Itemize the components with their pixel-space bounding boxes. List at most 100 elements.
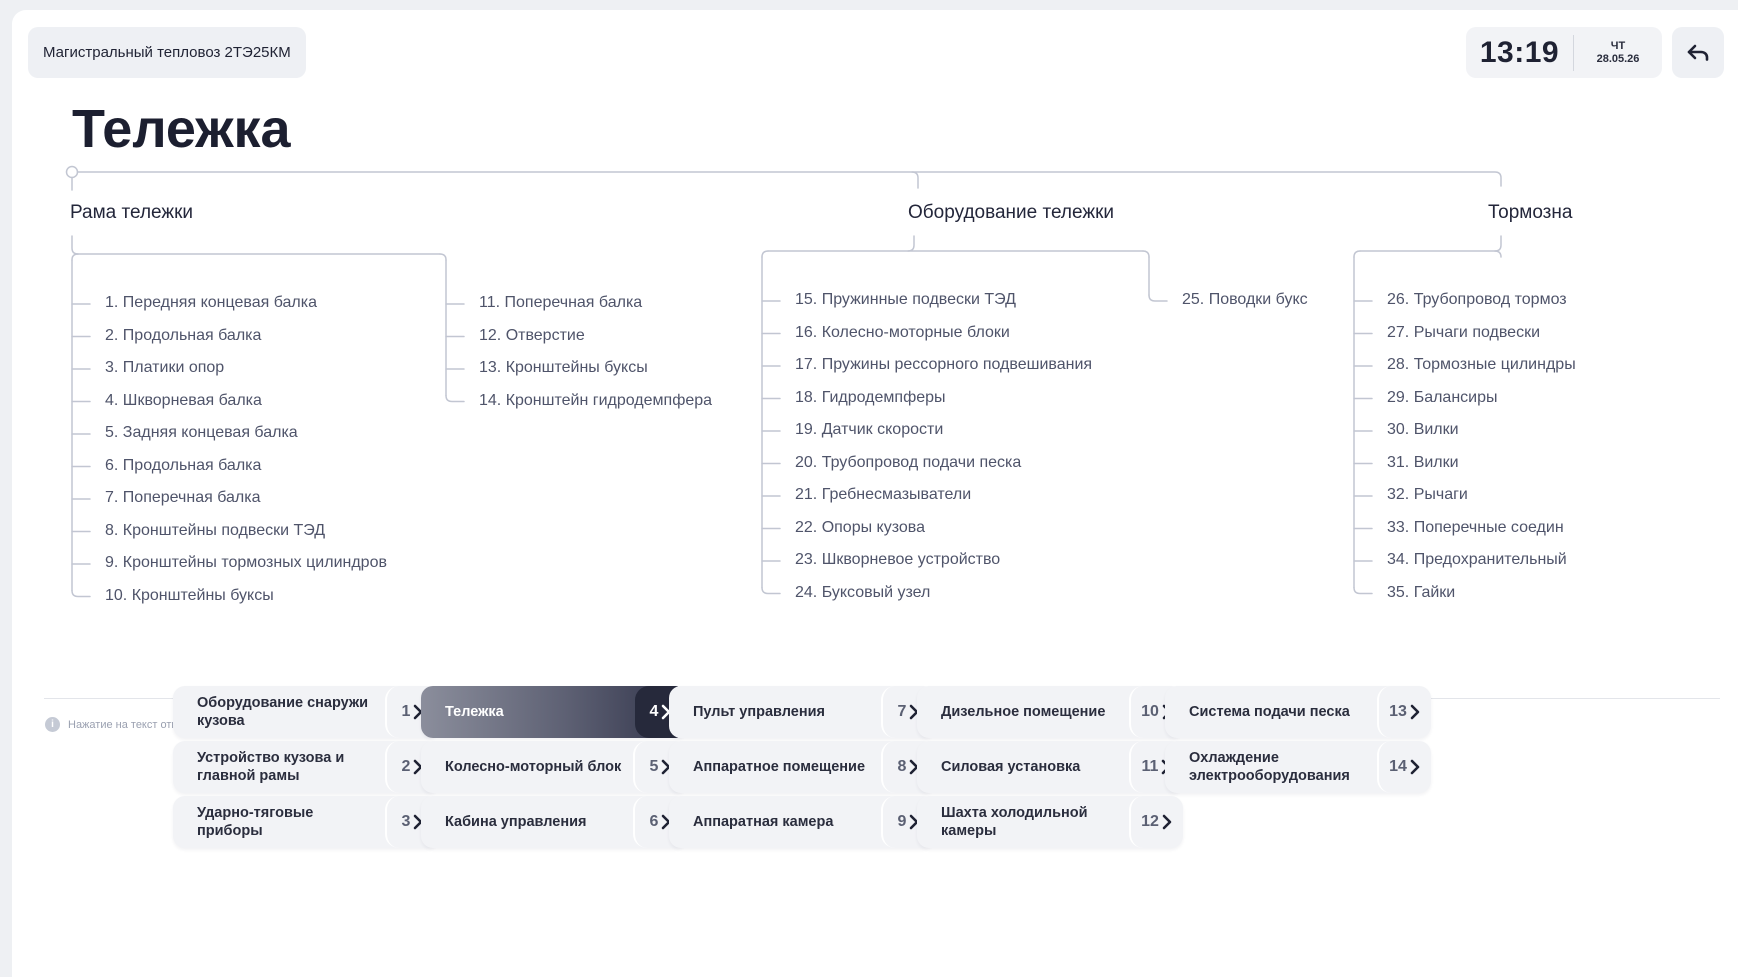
tree-leaf-item[interactable]: 19. Датчик скорости <box>795 421 943 439</box>
tree-connector <box>911 171 919 189</box>
tree-connector <box>445 394 465 403</box>
tree-leaf-item[interactable]: 33. Поперечные соедин <box>1387 519 1564 537</box>
tree-root-node <box>65 165 79 179</box>
tree-connector <box>1142 250 1150 258</box>
nav-section-button[interactable]: Кабина управления 6 <box>421 796 687 848</box>
nav-section-label[interactable]: Ударно-тяговые приборы <box>173 796 385 848</box>
tree-leaf-item[interactable]: 18. Гидродемпферы <box>795 389 946 407</box>
nav-section-button[interactable]: Силовая установка 11 <box>917 741 1183 793</box>
tree-leaf-item[interactable]: 2. Продольная балка <box>105 327 261 345</box>
tree-leaf-item[interactable]: 8. Кронштейны подвески ТЭД <box>105 522 325 540</box>
tree-connector <box>1494 235 1502 252</box>
tree-leaf-item[interactable]: 1. Передняя концевая балка <box>105 294 317 312</box>
tree-connector <box>71 235 79 255</box>
nav-section-number[interactable]: 12 <box>1129 796 1183 848</box>
nav-section-button[interactable]: Аппаратная камера 9 <box>669 796 935 848</box>
tree-leaf-item[interactable]: 20. Трубопровод подачи песка <box>795 454 1021 472</box>
nav-section-button[interactable]: Оборудование снаружи кузова 1 <box>173 686 439 738</box>
nav-section-label[interactable]: Пульт управления <box>669 686 881 738</box>
nav-section-button[interactable]: Шахта холодильной камеры 12 <box>917 796 1183 848</box>
tree-connector <box>76 171 1502 187</box>
nav-section-label[interactable]: Система подачи песка <box>1165 686 1377 738</box>
tree-diagram: Рама тележки 1. Передняя концевая балка 2.… <box>12 10 1738 710</box>
tree-leaf-item[interactable]: 24. Буксовый узел <box>795 584 930 602</box>
tree-leaf-item[interactable]: 31. Вилки <box>1387 454 1459 472</box>
tree-leaf-item[interactable]: 12. Отверстие <box>479 327 585 345</box>
tree-leaf-item[interactable]: 30. Вилки <box>1387 421 1459 439</box>
tree-leaf-item[interactable]: 15. Пружинные подвески ТЭД <box>795 291 1016 309</box>
nav-section-number-value: 13 <box>1389 703 1407 720</box>
nav-section-label[interactable]: Дизельное помещение <box>917 686 1129 738</box>
tree-connector <box>761 586 781 595</box>
tree-leaf-item[interactable]: 35. Гайки <box>1387 584 1455 602</box>
tree-leaf-item[interactable]: 14. Кронштейн гидродемпфера <box>479 392 712 410</box>
tree-leaf-item[interactable]: 29. Балансиры <box>1387 389 1498 407</box>
chevron-right-icon <box>1410 759 1420 775</box>
nav-section-label[interactable]: Кабина управления <box>421 796 633 848</box>
nav-section-number-value: 3 <box>401 813 411 830</box>
nav-section-number-value: 11 <box>1141 758 1159 775</box>
tree-leaf-item[interactable]: 7. Поперечная балка <box>105 489 260 507</box>
chevron-right-icon <box>1162 814 1172 830</box>
nav-section-number-value: 2 <box>401 758 411 775</box>
tree-leaf-item[interactable]: 22. Опоры кузова <box>795 519 925 537</box>
nav-section-button[interactable]: Пульт управления 7 <box>669 686 935 738</box>
tree-leaf-item[interactable]: 32. Рычаги <box>1387 486 1468 504</box>
tree-leaf-item[interactable]: 17. Пружины рессорного подвешивания <box>795 356 1092 374</box>
chevron-right-icon <box>1410 704 1420 720</box>
tree-leaf-item[interactable]: 5. Задняя концевая балка <box>105 424 298 442</box>
tree-connector <box>71 589 91 598</box>
tree-leaf-item[interactable]: 9. Кронштейны тормозных цилиндров <box>105 554 387 572</box>
nav-section-label[interactable]: Тележка <box>421 686 635 738</box>
app-screen: Магистральный тепловоз 2ТЭ25КМ 13:19 ЧТ … <box>12 10 1738 977</box>
nav-section-number[interactable]: 14 <box>1377 741 1431 793</box>
tree-leaf-item[interactable]: 11. Поперечная балка <box>479 294 642 312</box>
nav-section-button[interactable]: Охлаждение электрооборудования 14 <box>1165 741 1431 793</box>
tree-leaf-item[interactable]: 23. Шкворневое устройство <box>795 551 1000 569</box>
nav-section-label[interactable]: Силовая установка <box>917 741 1129 793</box>
tree-leaf-item[interactable]: 3. Платики опор <box>105 359 224 377</box>
tree-leaf-item[interactable]: 16. Колесно-моторные блоки <box>795 324 1010 342</box>
info-icon: i <box>45 717 60 732</box>
nav-section-label[interactable]: Аппаратное помещение <box>669 741 881 793</box>
tree-leaf-item[interactable]: 21. Гребнесмазыватели <box>795 486 971 504</box>
nav-section-button[interactable]: Дизельное помещение 10 <box>917 686 1183 738</box>
nav-section-label[interactable]: Колесно-моторный блок <box>421 741 633 793</box>
nav-section-label[interactable]: Шахта холодильной камеры <box>917 796 1129 848</box>
nav-section-number-value: 7 <box>897 703 907 720</box>
tree-connector <box>1353 250 1361 258</box>
nav-section-label[interactable]: Устройство кузова и главной рамы <box>173 741 385 793</box>
nav-section-button[interactable]: Ударно-тяговые приборы 3 <box>173 796 439 848</box>
tree-leaf-item[interactable]: 27. Рычаги подвески <box>1387 324 1540 342</box>
tree-leaf-item[interactable]: 25. Поводки букс <box>1182 291 1308 309</box>
nav-section-number[interactable]: 13 <box>1377 686 1431 738</box>
nav-section-number-value: 12 <box>1141 813 1159 830</box>
nav-section-label[interactable]: Оборудование снаружи кузова <box>173 686 385 738</box>
nav-section-button[interactable]: Устройство кузова и главной рамы 2 <box>173 741 439 793</box>
tree-leaf-item[interactable]: 28. Тормозные цилиндры <box>1387 356 1576 374</box>
tree-connector <box>439 253 447 261</box>
nav-section-button[interactable]: Система подачи песка 13 <box>1165 686 1431 738</box>
tree-leaf-item[interactable]: 26. Трубопровод тормоз <box>1387 291 1567 309</box>
tree-leaf-item[interactable]: 10. Кронштейны буксы <box>105 587 274 605</box>
tree-group-title[interactable]: Рама тележки <box>70 202 193 224</box>
nav-section-number-value: 8 <box>897 758 907 775</box>
nav-section-button[interactable]: Тележка 4 <box>421 686 687 738</box>
nav-section-label[interactable]: Аппаратная камера <box>669 796 881 848</box>
nav-section-label[interactable]: Охлаждение электрооборудования <box>1165 741 1377 793</box>
tree-leaf-item[interactable]: 4. Шкворневая балка <box>105 392 262 410</box>
nav-section-button[interactable]: Аппаратное помещение 8 <box>669 741 935 793</box>
tree-connector <box>71 253 79 261</box>
nav-section-number-value: 6 <box>649 813 659 830</box>
tree-connector <box>1494 250 1502 258</box>
tree-group-title[interactable]: Тормозна <box>1488 202 1572 224</box>
tree-connector <box>761 250 769 258</box>
tree-leaf-item[interactable]: 34. Предохранительный <box>1387 551 1567 569</box>
tree-leaf-item[interactable]: 13. Кронштейны буксы <box>479 359 648 377</box>
nav-section-number-value: 4 <box>649 703 659 720</box>
tree-group-title[interactable]: Оборудование тележки <box>908 202 1114 224</box>
nav-section-number-value: 9 <box>897 813 907 830</box>
tree-leaf-item[interactable]: 6. Продольная балка <box>105 457 261 475</box>
nav-section-button[interactable]: Колесно-моторный блок 5 <box>421 741 687 793</box>
tree-connector <box>907 235 915 252</box>
